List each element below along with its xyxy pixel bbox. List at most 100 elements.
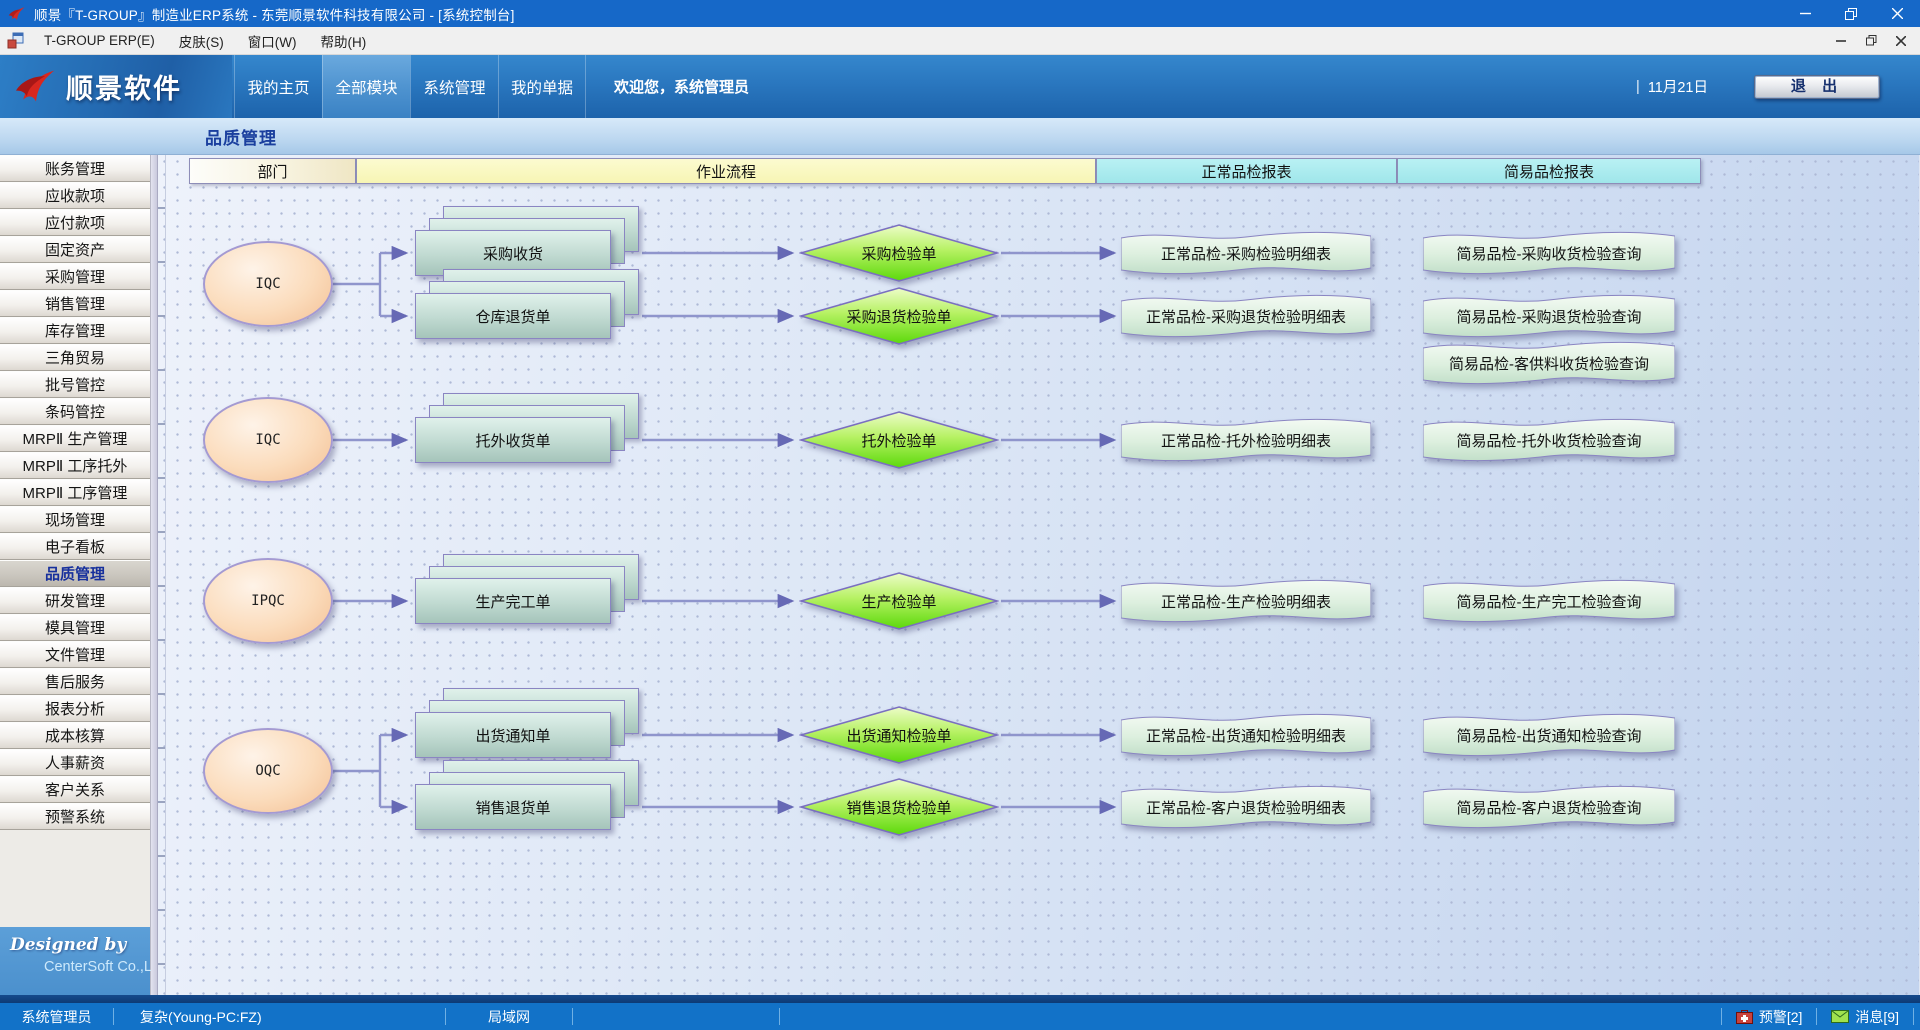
process-node[interactable]: 生产完工单 (415, 554, 639, 624)
simple-report-node[interactable]: 简易品检-客供料收货检验查询 (1423, 340, 1675, 386)
messages-indicator[interactable]: 消息[9] (1817, 1003, 1913, 1030)
alert-kit-icon (1736, 1010, 1753, 1024)
sidebar-item-16[interactable]: 研发管理 (0, 587, 150, 614)
window-title: 顺景『T-GROUP』制造业ERP系统 - 东莞顺景软件科技有限公司 - [系统… (34, 4, 1782, 24)
mdi-restore-icon[interactable] (1856, 27, 1886, 54)
process-node[interactable]: 仓库退货单 (415, 269, 639, 339)
app-logo-icon (8, 5, 26, 23)
welcome-text: 欢迎您，系统管理员 (614, 55, 749, 118)
restore-icon[interactable] (1828, 0, 1874, 27)
simple-report-node[interactable]: 简易品检-出货通知检验查询 (1423, 712, 1675, 758)
status-network: 局域网 (446, 1003, 572, 1030)
sidebar-item-3[interactable]: 固定资产 (0, 236, 150, 263)
sidebar-item-17[interactable]: 模具管理 (0, 614, 150, 641)
process-node[interactable]: 采购收货 (415, 206, 639, 276)
sidebar-item-10[interactable]: MRPⅡ 生产管理 (0, 425, 150, 452)
sidebar-item-2[interactable]: 应付款项 (0, 209, 150, 236)
sidebar-item-13[interactable]: 现场管理 (0, 506, 150, 533)
process-node[interactable]: 出货通知单 (415, 688, 639, 758)
simple-report-node[interactable]: 简易品检-采购退货检验查询 (1423, 293, 1675, 339)
mdi-close-icon[interactable] (1886, 27, 1916, 54)
module-sidebar: 账务管理应收款项应付款项固定资产采购管理销售管理库存管理三角贸易批号管控条码管控… (0, 155, 151, 995)
normal-report-node[interactable]: 正常品检-出货通知检验明细表 (1121, 712, 1371, 758)
sidebar-item-24[interactable]: 预警系统 (0, 803, 150, 830)
inspection-diamond[interactable]: 采购检验单 (799, 224, 999, 282)
normal-report-node[interactable]: 正常品检-托外检验明细表 (1121, 417, 1371, 463)
app-header: 顺景软件 我的主页全部模块系统管理我的单据 欢迎您，系统管理员 | 11月21日… (0, 55, 1920, 118)
menu-item-3[interactable]: 帮助(H) (309, 27, 379, 54)
logo-text: 顺景软件 (66, 67, 182, 106)
inspection-diamond[interactable]: 采购退货检验单 (799, 287, 999, 345)
department-ellipse: IQC (203, 241, 333, 327)
sidebar-item-22[interactable]: 人事薪资 (0, 749, 150, 776)
simple-report-node[interactable]: 简易品检-客户退货检验查询 (1423, 784, 1675, 830)
logo-area: 顺景软件 (0, 55, 232, 118)
department-ellipse: IQC (203, 397, 333, 483)
sidebar-footer: Designed by CenterSoft Co.,Ltd. (0, 927, 150, 995)
status-bar: 系统管理员 复杂(Young-PC:FZ) 局域网 预警[2] (0, 1003, 1920, 1030)
message-envelope-icon (1831, 1010, 1849, 1023)
sidebar-item-7[interactable]: 三角贸易 (0, 344, 150, 371)
sidebar-item-11[interactable]: MRPⅡ 工序托外 (0, 452, 150, 479)
simple-report-node[interactable]: 简易品检-托外收货检验查询 (1423, 417, 1675, 463)
sidebar-item-12[interactable]: MRPⅡ 工序管理 (0, 479, 150, 506)
erp-application-window: 顺景『T-GROUP』制造业ERP系统 - 东莞顺景软件科技有限公司 - [系统… (0, 0, 1920, 1030)
menu-item-1[interactable]: 皮肤(S) (167, 27, 236, 54)
sidebar-item-6[interactable]: 库存管理 (0, 317, 150, 344)
simple-report-node[interactable]: 简易品检-生产完工检验查询 (1423, 578, 1675, 624)
page-title: 品质管理 (205, 124, 277, 149)
mdi-minimize-icon[interactable] (1826, 27, 1856, 54)
process-node[interactable]: 销售退货单 (415, 760, 639, 830)
sidebar-item-4[interactable]: 采购管理 (0, 263, 150, 290)
sidebar-item-18[interactable]: 文件管理 (0, 641, 150, 668)
tab-3[interactable]: 我的单据 (498, 55, 586, 118)
sidebar-item-1[interactable]: 应收款项 (0, 182, 150, 209)
department-ellipse: IPQC (203, 558, 333, 644)
sidebar-items: 账务管理应收款项应付款项固定资产采购管理销售管理库存管理三角贸易批号管控条码管控… (0, 155, 150, 830)
tab-1[interactable]: 全部模块 (322, 55, 410, 118)
logo-icon (14, 67, 58, 107)
inspection-diamond[interactable]: 销售退货检验单 (799, 778, 999, 836)
date-display: | 11月21日 (1636, 55, 1708, 118)
sidebar-item-8[interactable]: 批号管控 (0, 371, 150, 398)
sidebar-item-9[interactable]: 条码管控 (0, 398, 150, 425)
status-user: 系统管理员 (0, 1003, 113, 1030)
company-text: CenterSoft Co.,Ltd. (10, 959, 144, 975)
menu-item-0[interactable]: T-GROUP ERP(E) (32, 27, 167, 54)
mdi-form-icon (7, 32, 24, 49)
column-header-normal-report: 正常品检报表 (1096, 158, 1397, 184)
normal-report-node[interactable]: 正常品检-生产检验明细表 (1121, 578, 1371, 624)
page-banner: 品质管理 (0, 118, 1920, 155)
process-node[interactable]: 托外收货单 (415, 393, 639, 463)
date-text: 11月21日 (1648, 76, 1708, 97)
column-header-simple-report: 简易品检报表 (1397, 158, 1701, 184)
sidebar-splitter[interactable] (151, 155, 158, 995)
department-ellipse: OQC (203, 728, 333, 814)
column-header-process: 作业流程 (356, 158, 1096, 184)
sidebar-item-14[interactable]: 电子看板 (0, 533, 150, 560)
menu-item-2[interactable]: 窗口(W) (236, 27, 309, 54)
tab-2[interactable]: 系统管理 (410, 55, 498, 118)
simple-report-node[interactable]: 简易品检-采购收货检验查询 (1423, 230, 1675, 276)
normal-report-node[interactable]: 正常品检-采购退货检验明细表 (1121, 293, 1371, 339)
sidebar-item-19[interactable]: 售后服务 (0, 668, 150, 695)
sidebar-item-0[interactable]: 账务管理 (0, 155, 150, 182)
tab-0[interactable]: 我的主页 (234, 55, 322, 118)
bottom-divider (0, 995, 1920, 1003)
normal-report-node[interactable]: 正常品检-客户退货检验明细表 (1121, 784, 1371, 830)
minimize-icon[interactable] (1782, 0, 1828, 27)
exit-button[interactable]: 退 出 (1754, 75, 1880, 99)
normal-report-node[interactable]: 正常品检-采购检验明细表 (1121, 230, 1371, 276)
alerts-indicator[interactable]: 预警[2] (1722, 1003, 1817, 1030)
inspection-diamond[interactable]: 托外检验单 (799, 411, 999, 469)
sidebar-item-15[interactable]: 品质管理 (0, 560, 150, 587)
sidebar-item-23[interactable]: 客户关系 (0, 776, 150, 803)
close-icon[interactable] (1874, 0, 1920, 27)
inspection-diamond[interactable]: 生产检验单 (799, 572, 999, 630)
status-workstation: 复杂(Young-PC:FZ) (114, 1003, 445, 1030)
sidebar-item-5[interactable]: 销售管理 (0, 290, 150, 317)
inspection-diamond[interactable]: 出货通知检验单 (799, 706, 999, 764)
sidebar-item-21[interactable]: 成本核算 (0, 722, 150, 749)
sidebar-item-20[interactable]: 报表分析 (0, 695, 150, 722)
designed-by-text: Designed by (10, 935, 144, 955)
